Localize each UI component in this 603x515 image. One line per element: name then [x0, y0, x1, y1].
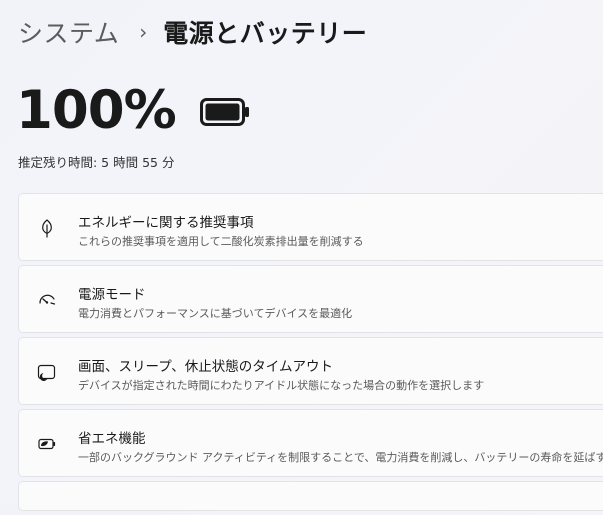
card-description: 一部のバックグラウンド アクティビティを制限することで、電力消費を削減し、バッテ…	[78, 451, 603, 464]
battery-status: 100%	[16, 78, 250, 142]
card-title: 電源モード	[78, 287, 146, 303]
battery-full-icon	[199, 98, 249, 126]
battery-saver-icon	[38, 438, 56, 450]
settings-card-partial[interactable]	[18, 481, 603, 511]
card-title: エネルギーに関する推奨事項	[78, 215, 254, 231]
estimated-time-remaining: 推定残り時間: 5 時間 55 分	[18, 155, 175, 170]
screen-sleep-timeout-card[interactable]: 画面、スリープ、休止状態のタイムアウト デバイスが指定された時間にわたりアイドル…	[18, 337, 603, 405]
card-description: デバイスが指定された時間にわたりアイドル状態になった場合の動作を選択します	[78, 379, 485, 392]
power-mode-card[interactable]: 電源モード 電力消費とパフォーマンスに基づいてデバイスを最適化	[18, 265, 603, 333]
card-description: これらの推奨事項を適用して二酸化炭素排出量を削減する	[78, 235, 364, 248]
breadcrumb: システム › 電源とバッテリー	[18, 12, 367, 52]
screen-sleep-icon	[37, 364, 56, 381]
leaf-icon	[42, 219, 52, 238]
page-title: 電源とバッテリー	[163, 19, 368, 48]
breadcrumb-separator: ›	[139, 20, 148, 44]
breadcrumb-system-link[interactable]: システム	[18, 14, 119, 50]
settings-list: エネルギーに関する推奨事項 これらの推奨事項を適用して二酸化炭素排出量を削減する…	[18, 193, 603, 515]
card-description: 電力消費とパフォーマンスに基づいてデバイスを最適化	[78, 307, 353, 320]
energy-recommendations-card[interactable]: エネルギーに関する推奨事項 これらの推奨事項を適用して二酸化炭素排出量を削減する	[18, 193, 603, 261]
speedometer-icon	[39, 294, 56, 305]
battery-percent: 100%	[16, 79, 177, 141]
battery-saver-card[interactable]: 省エネ機能 一部のバックグラウンド アクティビティを制限することで、電力消費を削…	[18, 409, 603, 477]
card-title: 省エネ機能	[78, 431, 146, 447]
card-title: 画面、スリープ、休止状態のタイムアウト	[78, 359, 334, 375]
